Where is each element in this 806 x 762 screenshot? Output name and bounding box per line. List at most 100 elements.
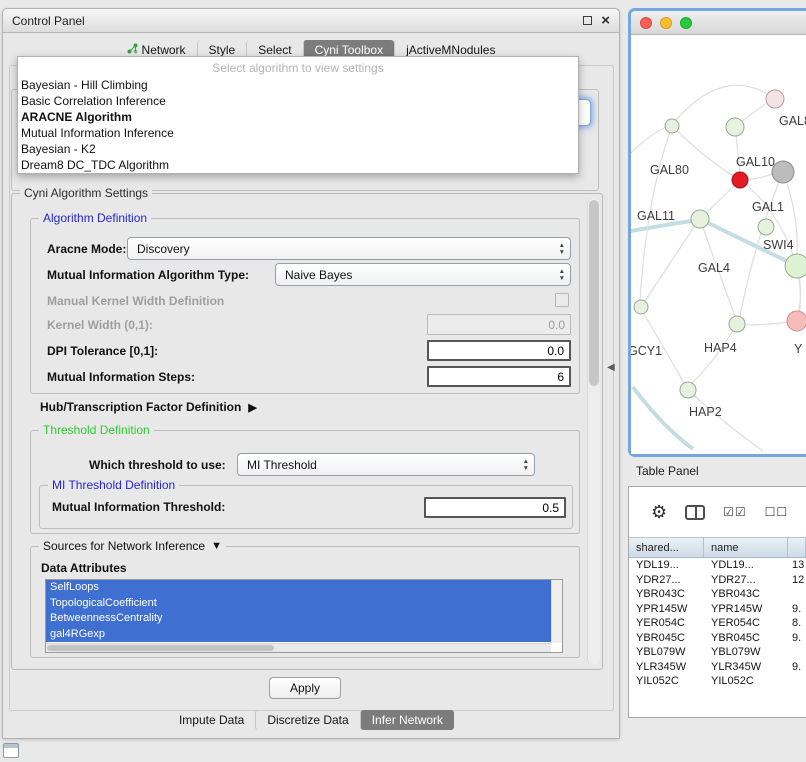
column-header-name[interactable]: name bbox=[704, 538, 788, 557]
network-node[interactable] bbox=[785, 254, 806, 278]
algorithm-option-aracne-algorithm[interactable]: ARACNE Algorithm bbox=[18, 109, 578, 125]
tab-discretize-data[interactable]: Discretize Data bbox=[255, 710, 359, 730]
table-cell: YDR27... bbox=[704, 573, 788, 588]
aracne-mode-select[interactable]: Discovery ▲▼ bbox=[127, 237, 571, 260]
table-cell bbox=[788, 645, 806, 660]
column-header-extra[interactable] bbox=[788, 538, 806, 557]
network-icon bbox=[127, 43, 138, 57]
close-panel-icon[interactable]: × bbox=[601, 16, 610, 26]
show-all-columns-icon[interactable]: ☑☑ bbox=[723, 505, 747, 519]
table-cell: YBR045C bbox=[704, 631, 788, 646]
mi-steps-input[interactable] bbox=[427, 366, 571, 387]
hub-definition-toggle[interactable]: Hub/Transcription Factor Definition ▶ bbox=[40, 400, 257, 414]
cyni-algorithm-settings-group: Cyni Algorithm Settings Algorithm Defini… bbox=[11, 193, 603, 670]
kernel-width-input[interactable] bbox=[427, 314, 571, 335]
algorithm-option-bayesian-k2[interactable]: Bayesian - K2 bbox=[18, 141, 578, 157]
algorithm-option-dream8-dc-tdc-algorithm[interactable]: Dream8 DC_TDC Algorithm bbox=[18, 157, 578, 173]
network-window-titlebar[interactable] bbox=[631, 11, 806, 35]
column-header-shared[interactable]: shared... bbox=[629, 538, 704, 557]
mi-type-select[interactable]: Naive Bayes ▲▼ bbox=[275, 263, 571, 286]
network-node[interactable] bbox=[726, 118, 744, 136]
float-window-icon[interactable] bbox=[583, 16, 592, 25]
dropdown-placeholder: Select algorithm to view settings bbox=[18, 60, 578, 77]
attribute-item-selfloops[interactable]: SelfLoops bbox=[46, 580, 551, 596]
network-node[interactable] bbox=[732, 172, 748, 188]
zoom-window-button[interactable] bbox=[680, 17, 692, 29]
which-threshold-select[interactable]: MI Threshold ▲▼ bbox=[237, 453, 535, 476]
aracne-mode-value: Discovery bbox=[137, 242, 190, 256]
table-row[interactable]: YER054CYER054C8. bbox=[629, 616, 806, 631]
network-node[interactable] bbox=[680, 382, 696, 398]
table-row[interactable]: YBR045CYBR045C9. bbox=[629, 631, 806, 646]
network-node[interactable] bbox=[665, 119, 679, 133]
kernel-width-row: Kernel Width (0,1): bbox=[31, 313, 579, 337]
table-row[interactable]: YIL052CYIL052C bbox=[629, 674, 806, 689]
mi-type-label: Mutual Information Algorithm Type: bbox=[47, 268, 249, 282]
table-cell: YPR145W bbox=[704, 602, 788, 617]
restore-panel-icon[interactable] bbox=[3, 743, 19, 758]
attribute-item-topologicalcoefficient[interactable]: TopologicalCoefficient bbox=[46, 596, 551, 612]
algorithm-definition-group: Algorithm Definition Aracne Mode: Discov… bbox=[30, 218, 580, 394]
network-node[interactable] bbox=[766, 90, 784, 108]
node-label: GAL4 bbox=[698, 261, 730, 275]
algorithm-option-mutual-information-inference[interactable]: Mutual Information Inference bbox=[18, 125, 578, 141]
network-node[interactable] bbox=[729, 316, 745, 332]
table-cell: YIL052C bbox=[629, 674, 704, 689]
table-row[interactable]: YPR145WYPR145W9. bbox=[629, 602, 806, 617]
node-label: GAL80 bbox=[650, 163, 689, 177]
tab-label: Infer Network bbox=[372, 713, 443, 727]
settings-scrollbar[interactable] bbox=[587, 198, 600, 665]
combo-arrows-icon: ▲▼ bbox=[559, 242, 565, 256]
attributes-horizontal-scrollbar[interactable] bbox=[46, 643, 551, 652]
table-cell: 9. bbox=[788, 631, 806, 646]
hub-definition-label: Hub/Transcription Factor Definition bbox=[40, 400, 241, 414]
algorithm-dropdown-popup: Select algorithm to view settings Bayesi… bbox=[17, 56, 579, 174]
attribute-item-betweennesscentrality[interactable]: BetweennessCentrality bbox=[46, 611, 551, 627]
tab-impute-data[interactable]: Impute Data bbox=[168, 710, 255, 730]
column-browser-icon[interactable] bbox=[685, 505, 705, 520]
gear-icon[interactable]: ⚙ bbox=[651, 503, 667, 521]
dpi-tolerance-input[interactable] bbox=[427, 340, 571, 361]
mi-threshold-definition-title: MI Threshold Definition bbox=[48, 478, 179, 492]
network-node[interactable] bbox=[758, 219, 774, 235]
close-window-button[interactable] bbox=[640, 17, 652, 29]
algorithm-option-bayesian-hill-climbing[interactable]: Bayesian - Hill Climbing bbox=[18, 77, 578, 93]
node-table: shared...nameYDL19...YDL19...13YDR27...Y… bbox=[629, 537, 806, 689]
table-row[interactable]: YLR345WYLR345W9. bbox=[629, 660, 806, 675]
table-cell: YLR345W bbox=[704, 660, 788, 675]
network-node[interactable] bbox=[787, 311, 806, 331]
table-cell: YDL19... bbox=[704, 558, 788, 573]
table-row[interactable]: YDR27...YDR27...12 bbox=[629, 573, 806, 588]
table-row[interactable]: YBR043CYBR043C bbox=[629, 587, 806, 602]
table-row[interactable]: YDL19...YDL19...13 bbox=[629, 558, 806, 573]
table-row[interactable]: YBL079WYBL079W bbox=[629, 645, 806, 660]
tab-infer-network[interactable]: Infer Network bbox=[360, 710, 454, 730]
network-edge bbox=[688, 390, 763, 451]
apply-button[interactable]: Apply bbox=[269, 677, 341, 699]
expand-right-icon: ▶ bbox=[248, 401, 256, 414]
network-node[interactable] bbox=[634, 300, 648, 314]
sources-title-row[interactable]: Sources for Network Inference ▼ bbox=[39, 539, 226, 553]
attribute-item-gal4rgexp[interactable]: gal4RGexp bbox=[46, 627, 551, 643]
network-edge bbox=[675, 85, 775, 121]
network-canvas[interactable]: GAL8GAL80GAL10GAL11GAL1SWI4GAL4GCY1HAP4H… bbox=[631, 35, 806, 454]
table-cell: 9. bbox=[788, 660, 806, 675]
collapse-panel-arrow-icon[interactable]: ◀ bbox=[607, 362, 615, 373]
table-cell: YBL079W bbox=[629, 645, 704, 660]
scrollbar-thumb[interactable] bbox=[47, 645, 274, 651]
manual-kernel-width-checkbox[interactable] bbox=[555, 293, 569, 307]
scrollbar-thumb[interactable] bbox=[589, 200, 599, 386]
minimize-window-button[interactable] bbox=[660, 17, 672, 29]
algorithm-option-basic-correlation-inference[interactable]: Basic Correlation Inference bbox=[18, 93, 578, 109]
hide-all-columns-icon[interactable]: ☐☐ bbox=[765, 505, 789, 519]
network-node[interactable] bbox=[691, 210, 709, 228]
network-node[interactable] bbox=[772, 161, 794, 183]
data-attributes-list[interactable]: SelfLoopsTopologicalCoefficientBetweenne… bbox=[45, 579, 563, 653]
table-cell: YBR043C bbox=[629, 587, 704, 602]
control-panel-titlebar[interactable]: Control Panel × bbox=[3, 9, 619, 33]
table-cell: YDR27... bbox=[629, 573, 704, 588]
mi-threshold-input[interactable] bbox=[424, 497, 566, 518]
attributes-vertical-scrollbar[interactable] bbox=[551, 580, 562, 643]
manual-kernel-row: Manual Kernel Width Definition bbox=[31, 289, 579, 313]
algorithm-options-list: Bayesian - Hill ClimbingBasic Correlatio… bbox=[18, 77, 578, 173]
